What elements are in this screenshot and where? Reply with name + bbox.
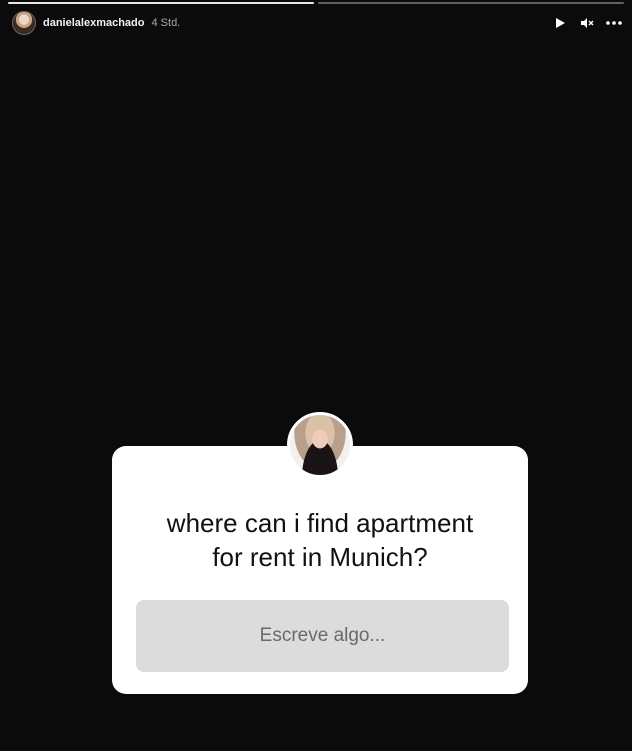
- story-header: danielalexmachado 4 Std.: [12, 10, 622, 36]
- question-sticker-avatar: [287, 412, 353, 478]
- progress-segment: [318, 2, 624, 4]
- story-controls: [552, 15, 622, 31]
- username-link[interactable]: danielalexmachado: [43, 17, 145, 29]
- more-horizontal-icon[interactable]: [606, 15, 622, 31]
- story-progress-bar: [8, 2, 624, 4]
- volume-muted-icon[interactable]: [579, 15, 595, 31]
- profile-avatar[interactable]: [12, 11, 36, 35]
- play-icon[interactable]: [552, 15, 568, 31]
- reply-input[interactable]: [136, 600, 509, 672]
- post-time: 4 Std.: [151, 17, 181, 29]
- progress-segment: [8, 2, 314, 4]
- question-text: where can i find apartment for rent in M…: [166, 508, 474, 572]
